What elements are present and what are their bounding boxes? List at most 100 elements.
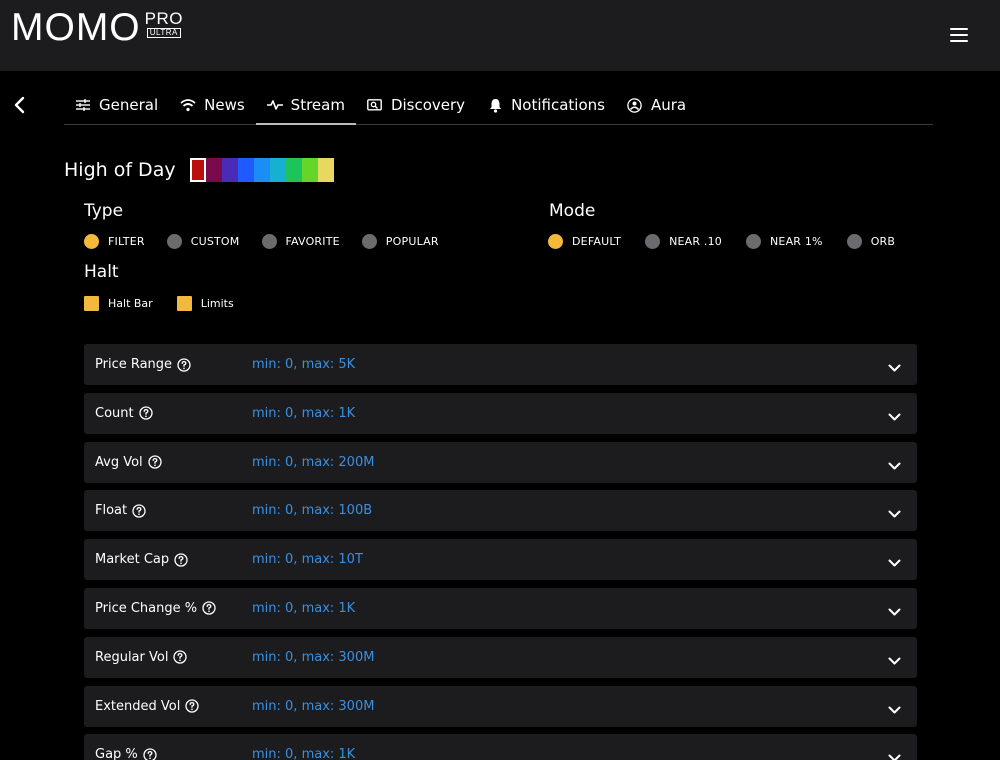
chevron-down-icon[interactable] bbox=[888, 504, 901, 518]
mode-radio-default[interactable]: DEFAULT bbox=[548, 233, 622, 249]
back-arrow-icon[interactable] bbox=[13, 96, 29, 114]
color-swatch[interactable] bbox=[301, 158, 318, 182]
tab-stream[interactable]: Stream bbox=[255, 86, 357, 125]
radio-dot bbox=[166, 233, 182, 249]
filter-label: Float bbox=[95, 490, 146, 531]
filter-row-count[interactable]: Count min: 0, max: 1K bbox=[84, 392, 917, 434]
filter-row-price-change[interactable]: Price Change % min: 0, max: 1K bbox=[84, 587, 917, 629]
radio-label: FAVORITE bbox=[285, 234, 340, 248]
tab-news[interactable]: News bbox=[169, 86, 256, 124]
mode-title: Mode bbox=[549, 201, 596, 221]
type-radio-popular[interactable]: POPULAR bbox=[361, 233, 439, 249]
mode-radio-orb[interactable]: ORB bbox=[846, 233, 895, 249]
color-swatch[interactable] bbox=[253, 158, 270, 182]
settings-tabs: General News Stream Discovery Notificati… bbox=[64, 86, 933, 125]
help-icon[interactable] bbox=[173, 650, 188, 664]
tab-general[interactable]: General bbox=[64, 86, 169, 124]
checkbox-label: Halt Bar bbox=[108, 296, 153, 310]
chevron-down-icon[interactable] bbox=[888, 748, 901, 760]
filter-row-avg-vol[interactable]: Avg Vol min: 0, max: 200M bbox=[84, 441, 917, 483]
color-swatch[interactable] bbox=[269, 158, 286, 182]
filter-label-text: Market Cap bbox=[95, 552, 170, 568]
halt-checkbox-group: Halt Bar Limits bbox=[84, 294, 258, 312]
filter-label: Extended Vol bbox=[95, 686, 199, 727]
mode-radio-group: DEFAULT NEAR .10 NEAR 1% ORB bbox=[548, 232, 919, 250]
help-icon[interactable] bbox=[202, 601, 216, 616]
radio-dot bbox=[261, 233, 277, 249]
tab-label: Aura bbox=[650, 96, 687, 114]
help-icon[interactable] bbox=[138, 406, 153, 420]
radio-label: DEFAULT bbox=[572, 234, 622, 248]
filter-row-extended-vol[interactable]: Extended Vol min: 0, max: 300M bbox=[84, 685, 917, 727]
tab-label: Notifications bbox=[511, 96, 605, 114]
filter-label: Avg Vol bbox=[95, 442, 162, 483]
filter-value: min: 0, max: 10T bbox=[252, 552, 363, 568]
type-radio-custom[interactable]: CUSTOM bbox=[166, 233, 240, 249]
filter-row-float[interactable]: Float min: 0, max: 100B bbox=[84, 490, 917, 532]
radio-dot bbox=[746, 233, 761, 249]
filter-row-regular-vol[interactable]: Regular Vol min: 0, max: 300M bbox=[84, 636, 917, 678]
filter-label-text: Count bbox=[95, 405, 134, 421]
halt-checkbox-halt-bar[interactable]: Halt Bar bbox=[84, 295, 153, 311]
radio-label: NEAR 1% bbox=[770, 234, 823, 248]
sliders-icon bbox=[75, 97, 91, 113]
tab-label: Discovery bbox=[390, 96, 466, 114]
logo-pro: PRO bbox=[144, 9, 183, 28]
tab-notifications[interactable]: Notifications bbox=[476, 86, 616, 124]
help-icon[interactable] bbox=[185, 699, 199, 713]
help-icon[interactable] bbox=[174, 553, 188, 567]
filter-value: min: 0, max: 300M bbox=[252, 649, 375, 665]
filter-row-price-range[interactable]: Price Range min: 0, max: 5K bbox=[84, 344, 917, 385]
checkbox-box bbox=[176, 295, 192, 311]
color-swatch[interactable] bbox=[221, 158, 238, 182]
help-icon[interactable] bbox=[132, 504, 146, 518]
checkbox-label: Limits bbox=[200, 296, 234, 310]
top-bar: MOMO PRO ULTRA bbox=[0, 0, 1000, 71]
filter-row-gap[interactable]: Gap % min: 0, max: 1K bbox=[84, 734, 917, 760]
chevron-down-icon[interactable] bbox=[888, 602, 901, 616]
color-swatch[interactable] bbox=[285, 158, 302, 182]
type-radio-favorite[interactable]: FAVORITE bbox=[261, 233, 340, 249]
filter-label: Price Range bbox=[95, 344, 191, 385]
filter-value: min: 0, max: 1K bbox=[252, 747, 356, 760]
chevron-down-icon[interactable] bbox=[888, 407, 901, 421]
filter-label: Price Change % bbox=[95, 588, 216, 629]
color-swatch[interactable] bbox=[205, 158, 222, 182]
filter-label-text: Price Range bbox=[95, 357, 173, 372]
momo-logo[interactable]: MOMO PRO ULTRA bbox=[11, 8, 183, 48]
pulse-icon bbox=[266, 97, 283, 113]
help-icon[interactable] bbox=[148, 455, 162, 469]
chevron-down-icon[interactable] bbox=[888, 700, 901, 714]
chevron-down-icon[interactable] bbox=[888, 553, 901, 567]
logo-badge: PRO ULTRA bbox=[144, 9, 183, 38]
help-icon[interactable] bbox=[177, 357, 191, 372]
tab-aura[interactable]: Aura bbox=[616, 86, 697, 124]
person-icon bbox=[627, 97, 643, 113]
hamburger-menu-icon[interactable] bbox=[950, 28, 970, 44]
color-swatch[interactable] bbox=[317, 158, 334, 182]
halt-checkbox-limits[interactable]: Limits bbox=[176, 295, 234, 311]
mode-radio-near-1[interactable]: NEAR 1% bbox=[746, 233, 823, 249]
filter-list: Price Range min: 0, max: 5K Count min: 0, m… bbox=[84, 344, 917, 760]
filter-value: min: 0, max: 5K bbox=[252, 357, 356, 372]
color-swatch[interactable] bbox=[237, 158, 254, 182]
tab-discovery[interactable]: Discovery bbox=[356, 86, 476, 124]
bell-icon bbox=[487, 97, 503, 113]
chevron-down-icon[interactable] bbox=[888, 651, 901, 665]
chevron-down-icon[interactable] bbox=[888, 358, 901, 372]
type-radio-group: FILTER CUSTOM FAVORITE POPULAR bbox=[84, 232, 461, 250]
filter-label: Market Cap bbox=[95, 539, 188, 580]
radio-dot bbox=[548, 233, 563, 249]
chevron-down-icon[interactable] bbox=[888, 456, 901, 470]
halt-title: Halt bbox=[84, 262, 119, 282]
logo-ultra: ULTRA bbox=[146, 28, 181, 38]
filter-value: min: 0, max: 300M bbox=[252, 698, 375, 714]
help-icon[interactable] bbox=[143, 748, 157, 760]
mode-radio-near-10[interactable]: NEAR .10 bbox=[645, 233, 722, 249]
color-swatch[interactable] bbox=[189, 158, 206, 182]
type-title: Type bbox=[84, 201, 124, 221]
filter-row-market-cap[interactable]: Market Cap min: 0, max: 10T bbox=[84, 539, 917, 581]
tab-label: General bbox=[99, 96, 159, 114]
type-radio-filter[interactable]: FILTER bbox=[84, 233, 145, 249]
filter-label: Count bbox=[95, 393, 153, 434]
